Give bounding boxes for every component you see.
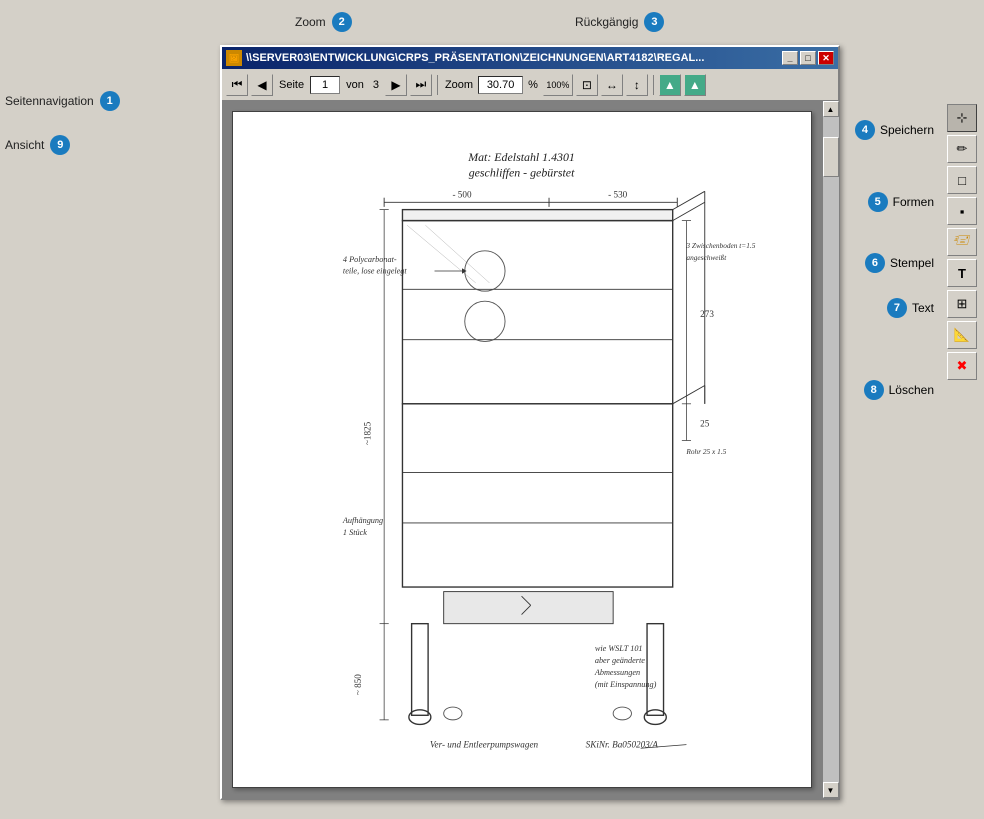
seitennavigation-label: Seitennavigation 1 <box>5 91 120 111</box>
percent-label: % <box>526 79 540 91</box>
svg-text:(mit Einspannung): (mit Einspannung) <box>595 680 657 689</box>
svg-text:teile, lose eingelegt: teile, lose eingelegt <box>343 267 408 276</box>
next-page-button[interactable]: ▶ <box>385 74 407 96</box>
scroll-down-button[interactable]: ▼ <box>823 782 839 798</box>
right-toolbar: ⊹ ✏ □ ▪ 🖅 T ⊞ 📐 ✖ <box>943 100 981 384</box>
document-page: Mat: Edelstahl 1.4301 geschliffen - gebü… <box>232 111 812 788</box>
svg-text:- 500: - 500 <box>453 190 472 200</box>
maximize-button[interactable]: □ <box>800 51 816 65</box>
zoom-label: Zoom <box>443 79 475 91</box>
speichern-text: Speichern <box>880 123 934 137</box>
zoom-width-button[interactable]: ↔ <box>601 74 623 96</box>
stempel-annotation: 6 Stempel <box>865 253 934 273</box>
rueckgaengig-label: Rückgängig 3 <box>575 12 664 32</box>
zoom-fit-button[interactable]: ⊡ <box>576 74 598 96</box>
svg-text:geschliffen - gebürstet: geschliffen - gebürstet <box>469 166 575 180</box>
svg-text:Ver- und Entleerpumpswagen: Ver- und Entleerpumpswagen <box>430 739 539 749</box>
rueckgaengig-badge: 3 <box>644 12 664 32</box>
svg-text:wie WSLT 101: wie WSLT 101 <box>595 644 643 653</box>
stempel-badge: 6 <box>865 253 885 273</box>
last-page-button[interactable]: ⏭ <box>410 74 432 96</box>
von-label: von <box>343 79 367 91</box>
svg-text:~1825: ~1825 <box>363 421 373 445</box>
page-label: Seite <box>276 79 307 91</box>
vertical-scrollbar: ▲ ▼ <box>822 101 838 798</box>
svg-text:aber geänderte: aber geänderte <box>595 656 645 665</box>
square-tool-button[interactable]: ▪ <box>947 197 977 225</box>
loeschen-text: Löschen <box>889 383 934 397</box>
zoom-height-button[interactable]: ↕ <box>626 74 648 96</box>
scroll-up-button[interactable]: ▲ <box>823 101 839 117</box>
formen-text: Formen <box>893 195 934 209</box>
title-bar: 🖼 \\SERVER03\ENTWICKLUNG\CRPS_PRÄSENTATI… <box>222 47 838 69</box>
seitennavigation-badge: 1 <box>100 91 120 111</box>
svg-text:25: 25 <box>701 419 711 429</box>
text-annotation: 7 Text <box>887 298 934 318</box>
separator-2 <box>653 75 654 95</box>
separator-1 <box>437 75 438 95</box>
svg-text:~ 850: ~ 850 <box>354 674 364 695</box>
svg-text:Mat: Edelstahl 1.4301: Mat: Edelstahl 1.4301 <box>468 150 576 164</box>
prev-page-button[interactable]: ◀ <box>251 74 273 96</box>
zoom-top-label: Zoom 2 <box>295 12 352 32</box>
text-tool-button[interactable]: T <box>947 259 977 287</box>
close-button[interactable]: ✕ <box>818 51 834 65</box>
sketch-container: Mat: Edelstahl 1.4301 geschliffen - gebü… <box>233 112 811 787</box>
table-tool-button[interactable]: ⊞ <box>947 290 977 318</box>
seitennavigation-text: Seitennavigation <box>5 94 94 108</box>
speichern-annotation: 4 Speichern <box>855 120 934 140</box>
zoom-top-text: Zoom <box>295 15 326 29</box>
nav-down-button[interactable]: ▲ <box>684 74 706 96</box>
pencil-tool-button[interactable]: ✏ <box>947 135 977 163</box>
svg-text:3 Zwischenboden t=1.5: 3 Zwischenboden t=1.5 <box>686 241 756 250</box>
ansicht-badge: 9 <box>50 135 70 155</box>
select-tool-button[interactable]: ⊹ <box>947 104 977 132</box>
zoom-100-button[interactable]: 100% <box>543 74 573 96</box>
app-icon: 🖼 <box>226 50 242 66</box>
svg-text:1 Stück: 1 Stück <box>343 528 367 537</box>
loeschen-badge: 8 <box>864 380 884 400</box>
text-badge: 7 <box>887 298 907 318</box>
ansicht-text: Ansicht <box>5 138 44 152</box>
content-area: Mat: Edelstahl 1.4301 geschliffen - gebü… <box>222 101 838 798</box>
zoom-input[interactable] <box>478 76 523 94</box>
page-number-input[interactable] <box>310 76 340 94</box>
scroll-track <box>823 117 839 782</box>
measure-tool-button[interactable]: 📐 <box>947 321 977 349</box>
stempel-text: Stempel <box>890 256 934 270</box>
text-label: Text <box>912 301 934 315</box>
zoom-badge: 2 <box>332 12 352 32</box>
svg-text:Aufhängung: Aufhängung <box>342 516 383 525</box>
window-title: \\SERVER03\ENTWICKLUNG\CRPS_PRÄSENTATION… <box>246 52 778 64</box>
svg-text:Rohr 25 x 1.5: Rohr 25 x 1.5 <box>686 447 727 456</box>
toolbar: ⏮ ◀ Seite von 3 ▶ ⏭ Zoom % 100% ⊡ ↔ ↕ ▲ … <box>222 69 838 101</box>
formen-annotation: 5 Formen <box>868 192 934 212</box>
technical-drawing: Mat: Edelstahl 1.4301 geschliffen - gebü… <box>247 129 796 770</box>
document-view: Mat: Edelstahl 1.4301 geschliffen - gebü… <box>222 101 822 798</box>
nav-up-button[interactable]: ▲ <box>659 74 681 96</box>
svg-text:angeschweißt: angeschweißt <box>687 253 728 262</box>
svg-text:Abmessungen: Abmessungen <box>594 668 640 677</box>
loeschen-annotation: 8 Löschen <box>864 380 934 400</box>
rectangle-tool-button[interactable]: □ <box>947 166 977 194</box>
svg-text:4 Polycarbonat-: 4 Polycarbonat- <box>343 255 397 264</box>
ansicht-label: Ansicht 9 <box>5 135 70 155</box>
window-controls: _ □ ✕ <box>782 51 834 65</box>
speichern-badge: 4 <box>855 120 875 140</box>
minimize-button[interactable]: _ <box>782 51 798 65</box>
scroll-thumb[interactable] <box>823 137 839 177</box>
rueckgaengig-text: Rückgängig <box>575 15 638 29</box>
svg-text:273: 273 <box>701 309 715 319</box>
delete-tool-button[interactable]: ✖ <box>947 352 977 380</box>
formen-badge: 5 <box>868 192 888 212</box>
svg-text:- 530: - 530 <box>609 190 628 200</box>
total-pages: 3 <box>370 79 382 91</box>
stamp-tool-button[interactable]: 🖅 <box>947 228 977 256</box>
app-window: 🖼 \\SERVER03\ENTWICKLUNG\CRPS_PRÄSENTATI… <box>220 45 840 800</box>
first-page-button[interactable]: ⏮ <box>226 74 248 96</box>
